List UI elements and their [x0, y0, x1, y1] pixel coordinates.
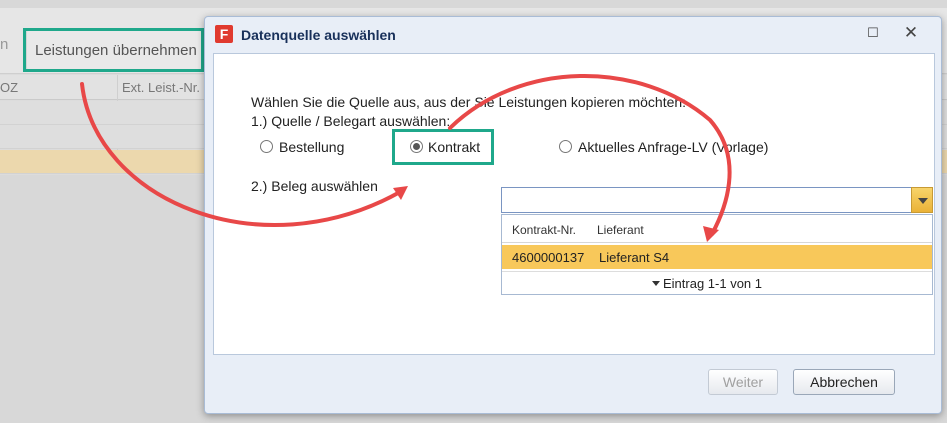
- dialog-footer: Weiter Abbrechen: [213, 355, 935, 405]
- dropdown-header: Kontrakt-Nr. Lieferant: [502, 215, 932, 243]
- paging-triangle-icon: [652, 281, 660, 286]
- list-item-kontrakt-nr: 4600000137: [512, 250, 585, 265]
- abbrechen-button[interactable]: Abbrechen: [793, 369, 895, 395]
- dialog-titlebar[interactable]: F Datenquelle auswählen ☐ ✕: [205, 17, 941, 51]
- beleg-combo-input[interactable]: [501, 187, 913, 213]
- background-top-strip: [0, 0, 947, 8]
- app-logo-icon: F: [215, 25, 233, 43]
- dialog-title: Datenquelle auswählen: [241, 27, 396, 43]
- dropdown-paging[interactable]: Eintrag 1-1 von 1: [502, 271, 932, 295]
- maximize-icon[interactable]: ☐: [865, 25, 881, 41]
- weiter-button[interactable]: Weiter: [708, 369, 778, 395]
- paging-container: Eintrag 1-1 von 1: [652, 276, 762, 291]
- background-tab-partial[interactable]: n: [0, 36, 8, 53]
- intro-text: Wählen Sie die Quelle aus, aus der Sie L…: [251, 94, 687, 110]
- radio-bestellung[interactable]: [260, 140, 273, 153]
- dropdown-header-lieferant: Lieferant: [597, 223, 644, 237]
- column-header-oz[interactable]: OZ: [0, 80, 18, 95]
- radio-aktuelles-anfrage-lv[interactable]: [559, 140, 572, 153]
- paging-text: Eintrag 1-1 von 1: [663, 276, 763, 291]
- dropdown-list-item[interactable]: 4600000137 Lieferant S4: [502, 245, 932, 269]
- radio-label-bestellung[interactable]: Bestellung: [279, 139, 344, 155]
- step1-label: 1.) Quelle / Belegart auswählen:: [251, 113, 451, 129]
- step2-label: 2.) Beleg auswählen: [251, 178, 378, 194]
- list-item-lieferant: Lieferant S4: [599, 250, 670, 265]
- beleg-dropdown-list: Kontrakt-Nr. Lieferant 4600000137 Liefer…: [501, 214, 933, 295]
- highlight-box-leistungen: [23, 28, 204, 72]
- column-header-ext-leist-nr[interactable]: Ext. Leist.-Nr.: [122, 80, 200, 95]
- datenquelle-dialog: F Datenquelle auswählen ☐ ✕ Wählen Sie d…: [204, 16, 942, 414]
- close-icon[interactable]: ✕: [902, 24, 920, 42]
- highlight-box-kontrakt: [392, 129, 494, 165]
- dialog-body: Wählen Sie die Quelle aus, aus der Sie L…: [213, 53, 935, 355]
- radio-label-aktuelles-anfrage-lv[interactable]: Aktuelles Anfrage-LV (Vorlage): [578, 139, 768, 155]
- dropdown-header-kontrakt-nr: Kontrakt-Nr.: [512, 223, 577, 237]
- combo-dropdown-trigger-icon[interactable]: [911, 187, 933, 213]
